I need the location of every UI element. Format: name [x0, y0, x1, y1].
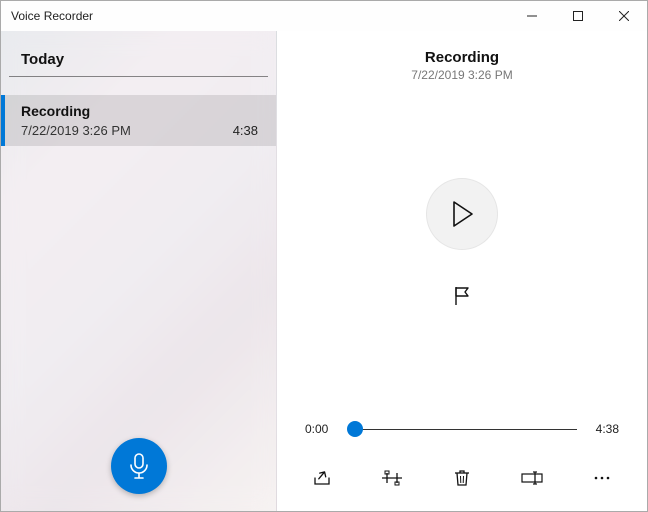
section-header-today: Today	[9, 31, 268, 77]
close-button[interactable]	[601, 1, 647, 31]
rename-icon	[521, 471, 543, 485]
recordings-sidebar: Today Recording 7/22/2019 3:26 PM 4:38	[1, 31, 277, 511]
recording-list-item[interactable]: Recording 7/22/2019 3:26 PM 4:38	[1, 95, 276, 146]
flag-icon	[453, 286, 471, 306]
app-window: Voice Recorder Today Recording 7/22/2019…	[0, 0, 648, 512]
detail-pane: Recording 7/22/2019 3:26 PM	[277, 31, 647, 511]
minimize-button[interactable]	[509, 1, 555, 31]
recordings-list: Recording 7/22/2019 3:26 PM 4:38	[1, 95, 276, 421]
seek-slider[interactable]	[347, 415, 577, 443]
seek-track	[355, 429, 577, 430]
titlebar: Voice Recorder	[1, 1, 647, 31]
time-total: 4:38	[585, 422, 619, 436]
trim-icon	[381, 470, 403, 486]
play-icon	[450, 200, 474, 228]
more-icon	[593, 475, 611, 481]
maximize-button[interactable]	[555, 1, 601, 31]
trash-icon	[454, 469, 470, 487]
window-title: Voice Recorder	[11, 9, 93, 23]
trim-button[interactable]	[375, 463, 409, 493]
play-button[interactable]	[426, 178, 498, 250]
more-button[interactable]	[585, 463, 619, 493]
recording-duration: 4:38	[233, 123, 258, 138]
time-current: 0:00	[305, 422, 339, 436]
playback-timeline: 0:00 4:38	[305, 415, 619, 443]
recording-datetime: 7/22/2019 3:26 PM	[21, 123, 131, 138]
rename-button[interactable]	[515, 463, 549, 493]
share-icon	[312, 469, 332, 487]
recording-name: Recording	[21, 103, 90, 119]
share-button[interactable]	[305, 463, 339, 493]
record-button[interactable]	[111, 438, 167, 494]
seek-thumb[interactable]	[347, 421, 363, 437]
detail-datetime: 7/22/2019 3:26 PM	[305, 68, 619, 82]
microphone-icon	[128, 453, 150, 479]
delete-button[interactable]	[445, 463, 479, 493]
command-bar	[305, 449, 619, 493]
add-marker-button[interactable]	[444, 278, 480, 314]
detail-title: Recording	[305, 49, 619, 66]
